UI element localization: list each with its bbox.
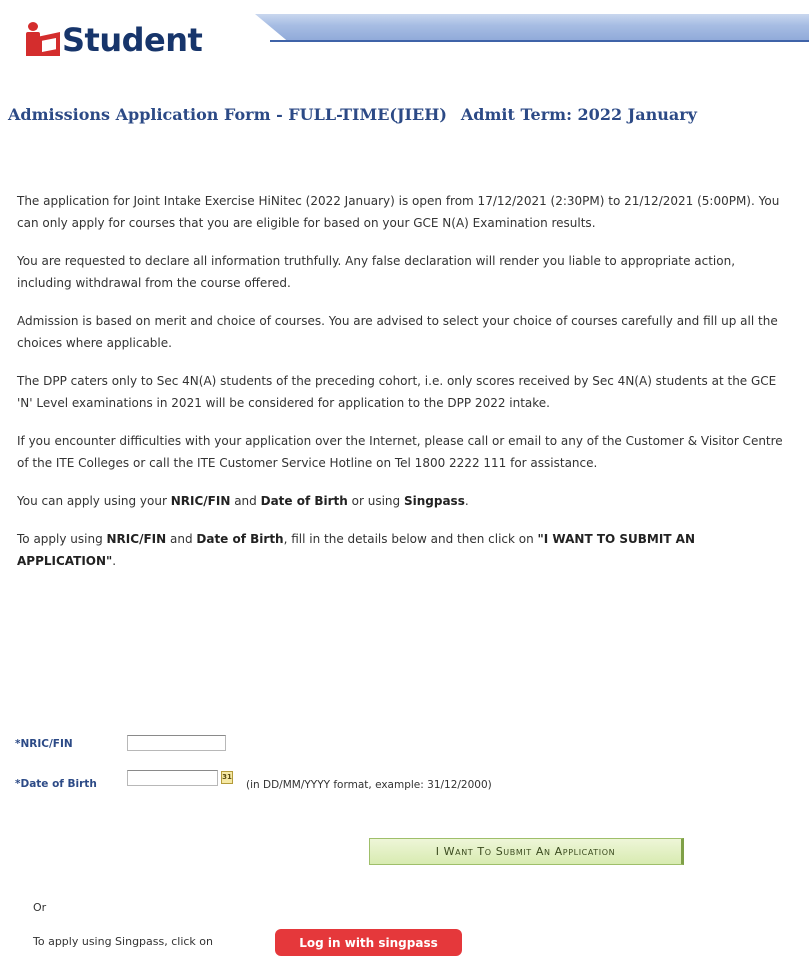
logo-text: Student xyxy=(62,21,203,59)
dob-format-hint: (in DD/MM/YYYY format, example: 31/12/20… xyxy=(246,779,492,791)
paragraph-application-period: The application for Joint Intake Exercis… xyxy=(17,194,780,230)
singpass-login-button[interactable]: Log in with singpass xyxy=(275,929,462,956)
paragraph-apply-instructions: To apply using NRIC/FIN and Date of Birt… xyxy=(17,532,696,568)
nric-label: *NRIC/FIN xyxy=(15,738,73,750)
header-banner xyxy=(255,14,809,42)
form-title: Admissions Application Form - FULL-TIME(… xyxy=(8,105,447,124)
paragraph-assistance: If you encounter difficulties with your … xyxy=(17,434,783,470)
submit-application-button[interactable]: I Want To Submit An Application xyxy=(369,838,684,865)
or-separator: Or xyxy=(33,901,47,914)
paragraph-declaration: You are requested to declare all informa… xyxy=(17,254,736,290)
page-title: Admissions Application Form - FULL-TIME(… xyxy=(8,105,697,124)
instructions: The application for Joint Intake Exercis… xyxy=(17,190,787,588)
dob-label: *Date of Birth xyxy=(15,778,97,790)
nric-field[interactable] xyxy=(127,735,226,751)
header-divider xyxy=(270,40,809,42)
paragraph-dpp: The DPP caters only to Sec 4N(A) student… xyxy=(17,374,777,410)
singpass-prompt: To apply using Singpass, click on xyxy=(33,935,214,948)
student-logo-icon xyxy=(24,22,60,58)
header: Student xyxy=(0,0,809,80)
calendar-icon[interactable]: 31 xyxy=(221,771,233,784)
dob-field[interactable] xyxy=(127,770,218,786)
admit-term: Admit Term: 2022 January xyxy=(460,105,697,124)
paragraph-admission: Admission is based on merit and choice o… xyxy=(17,314,778,350)
paragraph-apply-methods: You can apply using your NRIC/FIN and Da… xyxy=(17,494,469,508)
page: Student Admissions Application Form - FU… xyxy=(0,0,809,956)
istudent-logo: Student xyxy=(24,20,203,60)
